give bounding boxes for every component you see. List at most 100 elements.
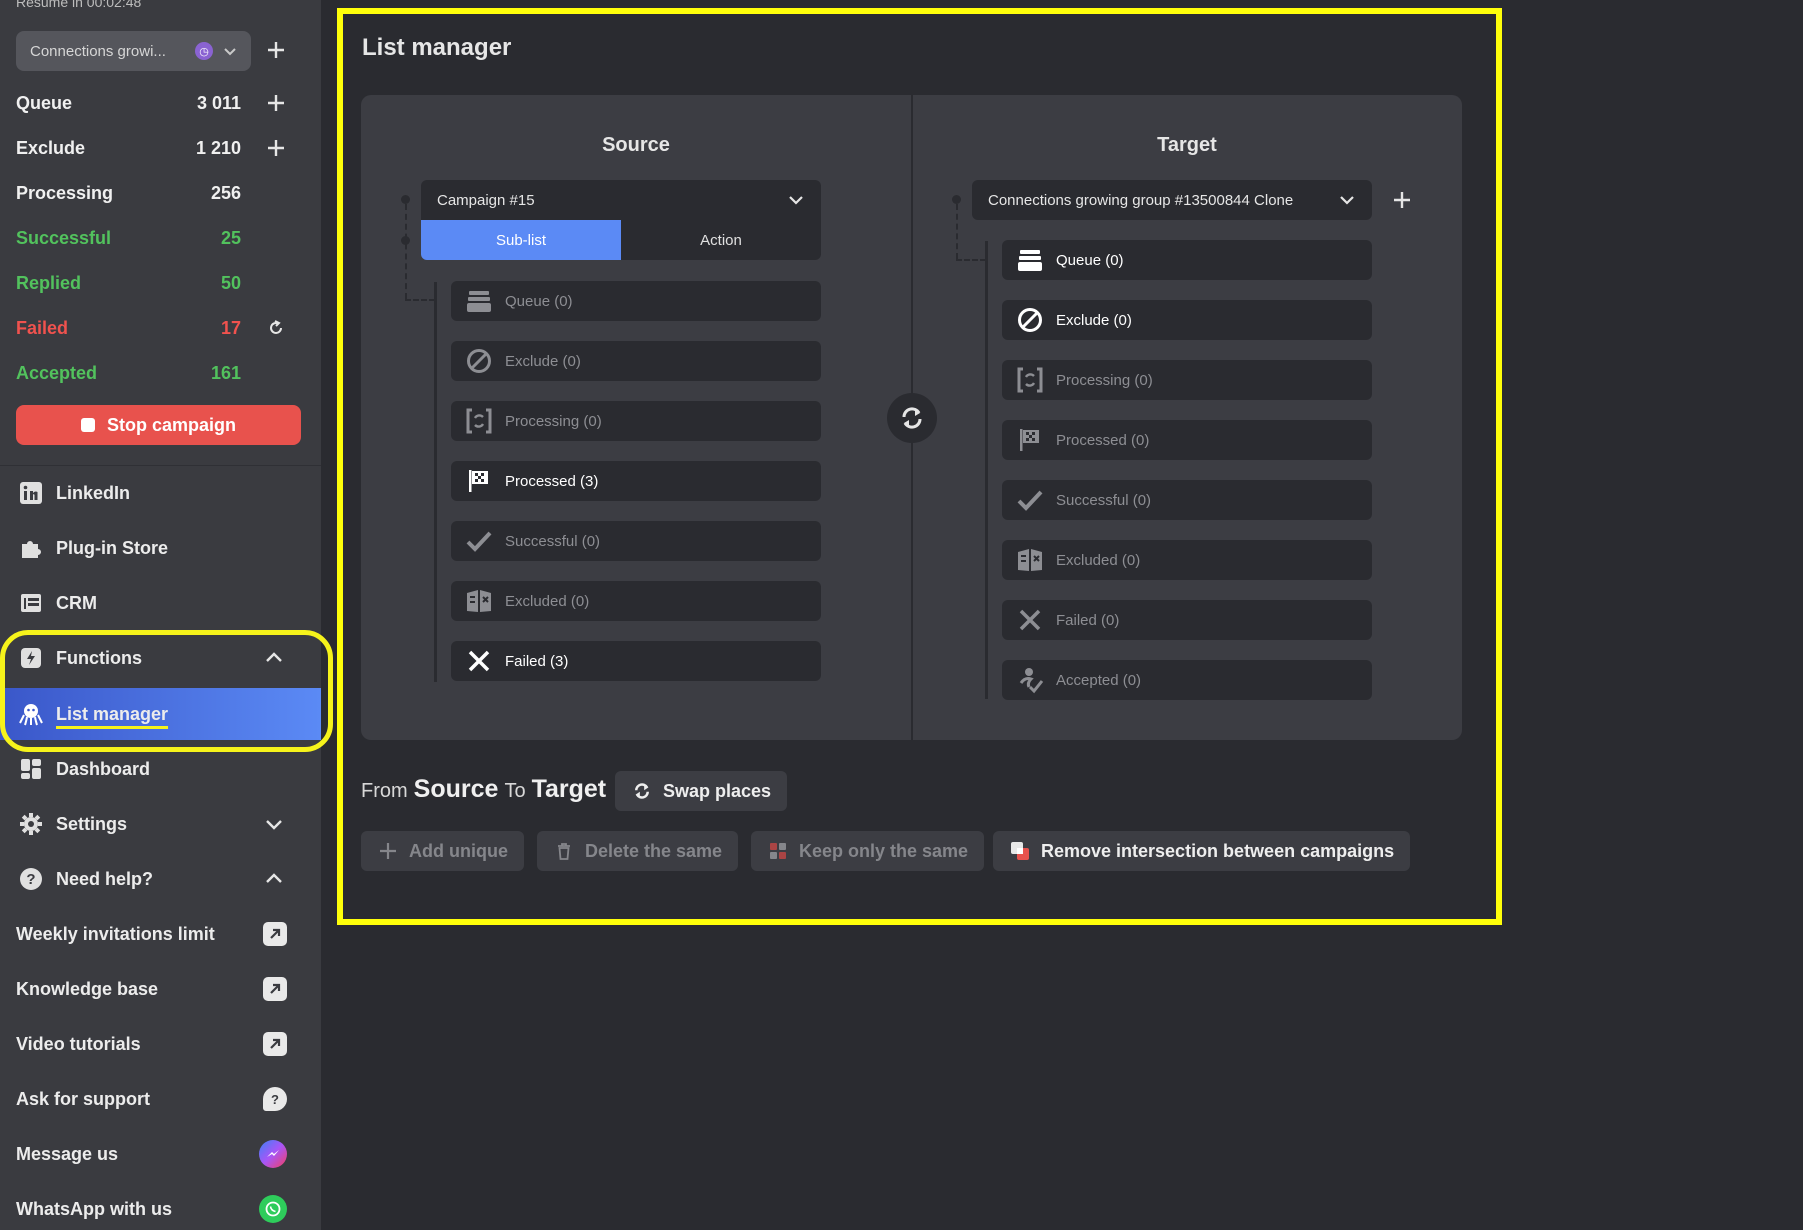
source-item-processing[interactable]: Processing (0): [451, 401, 821, 441]
item-label: Failed (0): [1056, 611, 1120, 629]
link-weekly-invitations-limit[interactable]: Weekly invitations limit: [0, 908, 321, 960]
nav-item-need-help[interactable]: ? Need help?: [0, 853, 321, 905]
delete-the-same-label: Delete the same: [585, 840, 723, 861]
link-ask-for-support[interactable]: Ask for support ?: [0, 1073, 321, 1125]
link-label: Knowledge base: [16, 978, 159, 999]
from-word: From: [361, 780, 408, 802]
retry-failed-button[interactable]: [264, 316, 288, 340]
item-label: Accepted (0): [1056, 671, 1142, 689]
add-queue-button[interactable]: [264, 91, 288, 115]
link-label: Weekly invitations limit: [16, 923, 215, 944]
remove-intersection-button[interactable]: Remove intersection between campaigns: [993, 831, 1411, 871]
delete-the-same-button[interactable]: Delete the same: [537, 831, 739, 871]
swap-places-label: Swap places: [663, 780, 772, 801]
stat-value: 25: [220, 227, 241, 248]
stat-label: Accepted: [16, 362, 98, 383]
link-knowledge-base[interactable]: Knowledge base: [0, 963, 321, 1015]
stop-icon: [80, 418, 95, 432]
stat-successful[interactable]: Successful 25: [16, 223, 241, 253]
link-video-tutorials[interactable]: Video tutorials: [0, 1018, 321, 1070]
svg-text:?: ?: [26, 871, 35, 888]
target-item-queue[interactable]: Queue (0): [1002, 240, 1372, 280]
stack-icon: [465, 287, 493, 315]
stat-label: Successful: [16, 227, 112, 248]
plus-icon: [1394, 192, 1410, 208]
target-item-processing[interactable]: Processing (0): [1002, 360, 1372, 400]
nav-label: Functions: [56, 647, 142, 668]
whatsapp-icon: [259, 1195, 287, 1223]
nav-label: Need help?: [56, 868, 154, 889]
tab-sub-list[interactable]: Sub-list: [421, 220, 621, 260]
nav-item-linkedin[interactable]: LinkedIn: [0, 467, 321, 519]
functions-icon: [18, 645, 44, 671]
nav-item-dashboard[interactable]: Dashboard: [0, 743, 321, 795]
target-campaign-value: Connections growing group #13500844 Clon…: [988, 191, 1294, 209]
nav-item-plugin-store[interactable]: Plug-in Store: [0, 522, 321, 574]
from-source: Source: [413, 775, 499, 803]
stat-value: 17: [220, 317, 241, 338]
source-item-excluded[interactable]: Excluded (0): [451, 581, 821, 621]
keep-only-the-same-button[interactable]: Keep only the same: [751, 831, 985, 871]
source-campaign-select[interactable]: Campaign #15: [421, 180, 821, 220]
stat-processing[interactable]: Processing 256: [16, 178, 241, 208]
resume-timer: Resume in 00:02:48: [16, 0, 142, 10]
stack-icon: [1016, 246, 1044, 274]
link-label: Video tutorials: [16, 1033, 141, 1054]
stat-exclude[interactable]: Exclude 1 210: [16, 133, 241, 163]
swap-arrows-icon: [631, 780, 653, 802]
stat-value: 256: [210, 182, 241, 203]
stat-accepted[interactable]: Accepted 161: [16, 358, 241, 388]
messenger-icon: [259, 1140, 287, 1168]
excluded-icon: [1016, 546, 1044, 574]
puzzle-icon: [18, 535, 44, 561]
target-item-failed[interactable]: Failed (0): [1002, 600, 1372, 640]
source-item-exclude[interactable]: Exclude (0): [451, 341, 821, 381]
target-item-excluded[interactable]: Excluded (0): [1002, 540, 1372, 580]
target-campaign-select[interactable]: Connections growing group #13500844 Clon…: [972, 180, 1372, 220]
item-label: Queue (0): [1056, 251, 1124, 269]
swap-columns-button[interactable]: [887, 393, 937, 443]
tab-action[interactable]: Action: [621, 220, 821, 260]
target-item-processed[interactable]: Processed (0): [1002, 420, 1372, 460]
campaign-select[interactable]: Connections growi... ◷: [16, 31, 251, 71]
processing-icon: [465, 407, 493, 435]
add-exclude-button[interactable]: [264, 136, 288, 160]
add-unique-button[interactable]: Add unique: [361, 831, 524, 871]
nav-item-crm[interactable]: CRM: [0, 577, 321, 629]
source-item-successful[interactable]: Successful (0): [451, 521, 821, 561]
item-label: Successful (0): [1056, 491, 1152, 509]
source-item-processed[interactable]: Processed (3): [451, 461, 821, 501]
add-unique-label: Add unique: [409, 840, 508, 861]
nav-item-list-manager[interactable]: List manager: [0, 688, 321, 740]
svg-text:?: ?: [271, 1092, 279, 1106]
stat-label: Failed: [16, 317, 69, 338]
source-item-failed[interactable]: Failed (3): [451, 641, 821, 681]
chevron-down-icon: [789, 196, 803, 205]
source-item-queue[interactable]: Queue (0): [451, 281, 821, 321]
check-icon: [465, 527, 493, 555]
nav-item-settings[interactable]: Settings: [0, 798, 321, 850]
trash-icon: [553, 840, 575, 862]
add-target-button[interactable]: [1390, 188, 1414, 212]
target-item-accepted[interactable]: Accepted (0): [1002, 660, 1372, 700]
link-message-us[interactable]: Message us: [0, 1128, 321, 1180]
target-item-successful[interactable]: Successful (0): [1002, 480, 1372, 520]
check-icon: [1016, 486, 1044, 514]
nav-item-functions[interactable]: Functions: [0, 632, 321, 684]
item-label: Processed (0): [1056, 431, 1150, 449]
link-label: WhatsApp with us: [16, 1198, 172, 1219]
flag-icon: [1016, 426, 1044, 454]
target-item-exclude[interactable]: Exclude (0): [1002, 300, 1372, 340]
stop-campaign-button[interactable]: Stop campaign: [16, 405, 301, 445]
stat-replied[interactable]: Replied 50: [16, 268, 241, 298]
to-target: Target: [531, 775, 607, 803]
add-campaign-button[interactable]: [264, 38, 288, 62]
stat-failed[interactable]: Failed 17: [16, 313, 241, 343]
stat-queue[interactable]: Queue 3 011: [16, 88, 241, 118]
item-label: Excluded (0): [1056, 551, 1141, 569]
link-whatsapp-with-us[interactable]: WhatsApp with us: [0, 1183, 321, 1230]
swap-places-button[interactable]: Swap places: [615, 771, 788, 811]
item-label: Failed (3): [505, 652, 569, 670]
nav-label: CRM: [56, 592, 97, 613]
chevron-down-icon: [224, 48, 236, 56]
